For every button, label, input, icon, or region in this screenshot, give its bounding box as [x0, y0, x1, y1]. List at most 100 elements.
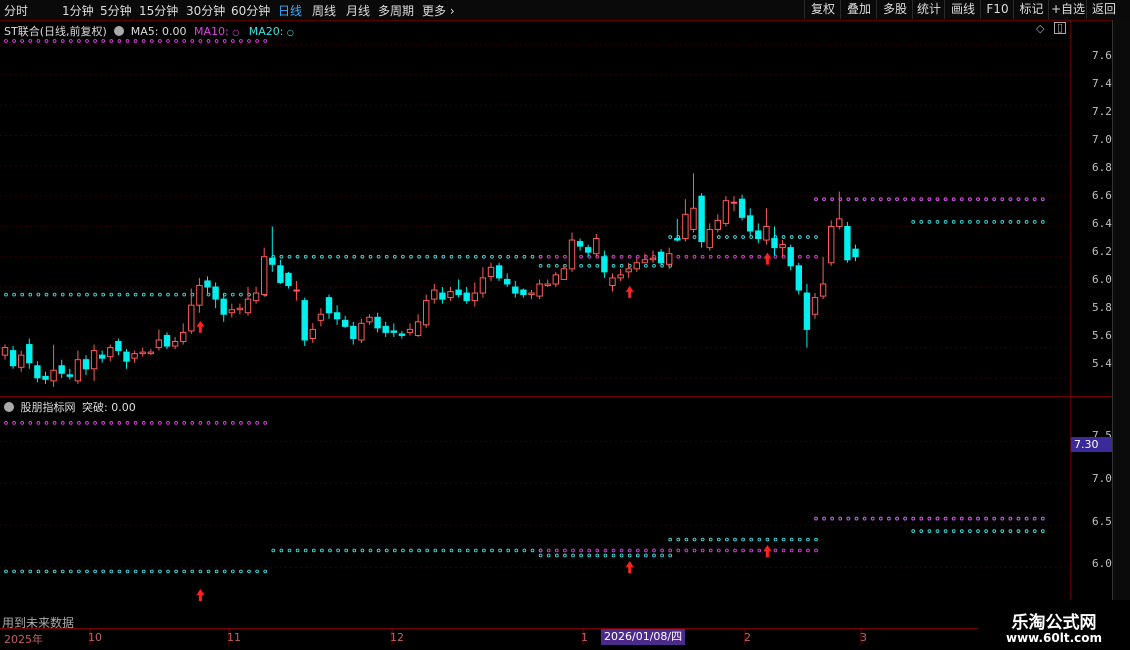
ma20-dot — [749, 235, 754, 239]
sub-ma20-dot — [959, 529, 964, 534]
sub-ma10-dot — [198, 421, 203, 425]
ma20-dot — [60, 292, 65, 297]
ma20-dot — [263, 292, 268, 297]
ma10-dot — [125, 39, 130, 43]
add-watchlist-button[interactable]: +自选 — [1048, 0, 1087, 19]
ma20-dot — [951, 197, 956, 202]
ma20-dot — [409, 254, 413, 259]
sub-ma10-dot — [44, 421, 49, 425]
period-tab-30min[interactable]: 30分钟 — [186, 2, 225, 19]
candle-body — [107, 347, 114, 358]
sub-ma10-dot — [158, 421, 162, 425]
candle-body — [544, 283, 551, 286]
ma20-dot — [644, 263, 648, 268]
fuquan-button[interactable]: 复权 — [804, 0, 841, 19]
period-tab-daily[interactable]: 日线 — [278, 2, 302, 19]
ma20-dot — [68, 292, 73, 297]
sub-ma10-dot — [781, 548, 786, 553]
period-tab-multi[interactable]: 多周期 — [378, 2, 414, 19]
period-tab-1min[interactable]: 1分钟 — [62, 2, 94, 19]
kline-chart[interactable] — [0, 0, 1130, 650]
future-data-note: 用到未来数据 — [2, 616, 75, 630]
sub-ma20-dot — [733, 537, 737, 542]
sub-ma20-dot — [1024, 516, 1029, 521]
multi-stock-button[interactable]: 多股 — [876, 0, 913, 19]
chevron-down-icon[interactable] — [114, 26, 125, 36]
period-tab-more[interactable]: 更多 › — [422, 2, 455, 19]
sub-ma10-dot — [1040, 516, 1045, 521]
sub-ma20-dot — [392, 548, 397, 553]
sub-ma20-dot — [870, 516, 875, 521]
period-tab-60min[interactable]: 60分钟 — [231, 2, 270, 19]
sub-ma10-dot — [101, 421, 106, 425]
sub-ma20-dot — [830, 516, 835, 521]
sub-ma20-dot — [765, 537, 770, 542]
ma20-dot — [287, 254, 292, 259]
ma10-dot — [870, 197, 875, 202]
sub-ma20-dot — [352, 548, 357, 553]
ma10-dot — [822, 197, 826, 202]
mark-button[interactable]: 标记 — [1013, 0, 1049, 19]
f10-button[interactable]: F10 — [980, 0, 1014, 19]
ma20-dot — [984, 220, 988, 224]
statistics-button[interactable]: 统计 — [912, 0, 945, 19]
ma20-dot — [182, 292, 187, 297]
period-tab-5min[interactable]: 5分钟 — [100, 2, 132, 19]
candle-body — [317, 313, 325, 321]
candle-body — [139, 351, 146, 355]
sub-ma20-dot — [789, 537, 794, 542]
ma10-dot — [239, 39, 243, 43]
sub-ma10-dot — [1024, 516, 1029, 521]
ma20-dot — [935, 197, 940, 202]
draw-line-button[interactable]: 画线 — [944, 0, 981, 19]
candle-body — [309, 328, 317, 339]
candle-body — [828, 225, 835, 264]
sub-ma10-dot — [239, 421, 243, 425]
ma10-dot — [538, 254, 543, 259]
sub-ma20-dot — [684, 537, 689, 542]
sub-ma20-dot — [1032, 529, 1037, 534]
period-tab-monthly[interactable]: 月线 — [346, 2, 370, 19]
ma20-dot — [44, 292, 49, 297]
sub-ma20-dot — [668, 537, 673, 542]
ma20-dot — [862, 197, 867, 202]
candle-body — [50, 369, 57, 382]
ma20-dot — [1016, 220, 1021, 224]
back-button[interactable]: 返回 — [1086, 0, 1121, 19]
sub-ma10-dot — [708, 548, 713, 553]
ma10-dot — [587, 254, 592, 259]
sub-ma10-dot — [668, 548, 673, 553]
candle-body — [147, 351, 155, 355]
sub-ma20-dot — [449, 548, 454, 553]
ma20-dot — [797, 235, 802, 239]
ma20-dot — [976, 220, 980, 224]
candle-body — [520, 289, 527, 296]
candle-body — [18, 354, 25, 368]
candle-body — [74, 359, 82, 382]
diamond-icon[interactable]: ◇ — [1036, 22, 1044, 35]
period-toolbar: 分时 1分钟 5分钟 15分钟 30分钟 60分钟 日线 周线 月线 多周期 更… — [0, 0, 1130, 21]
sub-ma10-dot — [538, 548, 543, 553]
ma20-dot — [449, 254, 454, 259]
candle-body — [755, 230, 762, 240]
candle-body — [504, 278, 511, 285]
overlay-button[interactable]: 叠加 — [840, 0, 877, 19]
candle-body — [285, 272, 292, 286]
period-tab-15min[interactable]: 15分钟 — [139, 2, 178, 19]
ma20-dot — [927, 220, 932, 224]
ma10-dot — [93, 39, 97, 43]
chevron-down-icon[interactable] — [4, 402, 14, 412]
sub-ma20-dot — [1008, 516, 1013, 521]
period-tab-weekly[interactable]: 周线 — [312, 2, 336, 19]
ma10-dot — [644, 254, 648, 259]
sub-ma10-dot — [846, 516, 851, 521]
sub-ma20-dot — [36, 569, 41, 574]
candle-body — [593, 238, 600, 255]
layout-toggle-icon[interactable]: ▯ — [1054, 22, 1066, 34]
candle-body — [625, 268, 632, 273]
candle-body — [333, 312, 341, 320]
sub-ma10-dot — [190, 421, 195, 425]
candle-body — [131, 353, 138, 359]
ma20-dot — [538, 254, 543, 259]
period-tab-timeshare[interactable]: 分时 — [4, 2, 28, 19]
